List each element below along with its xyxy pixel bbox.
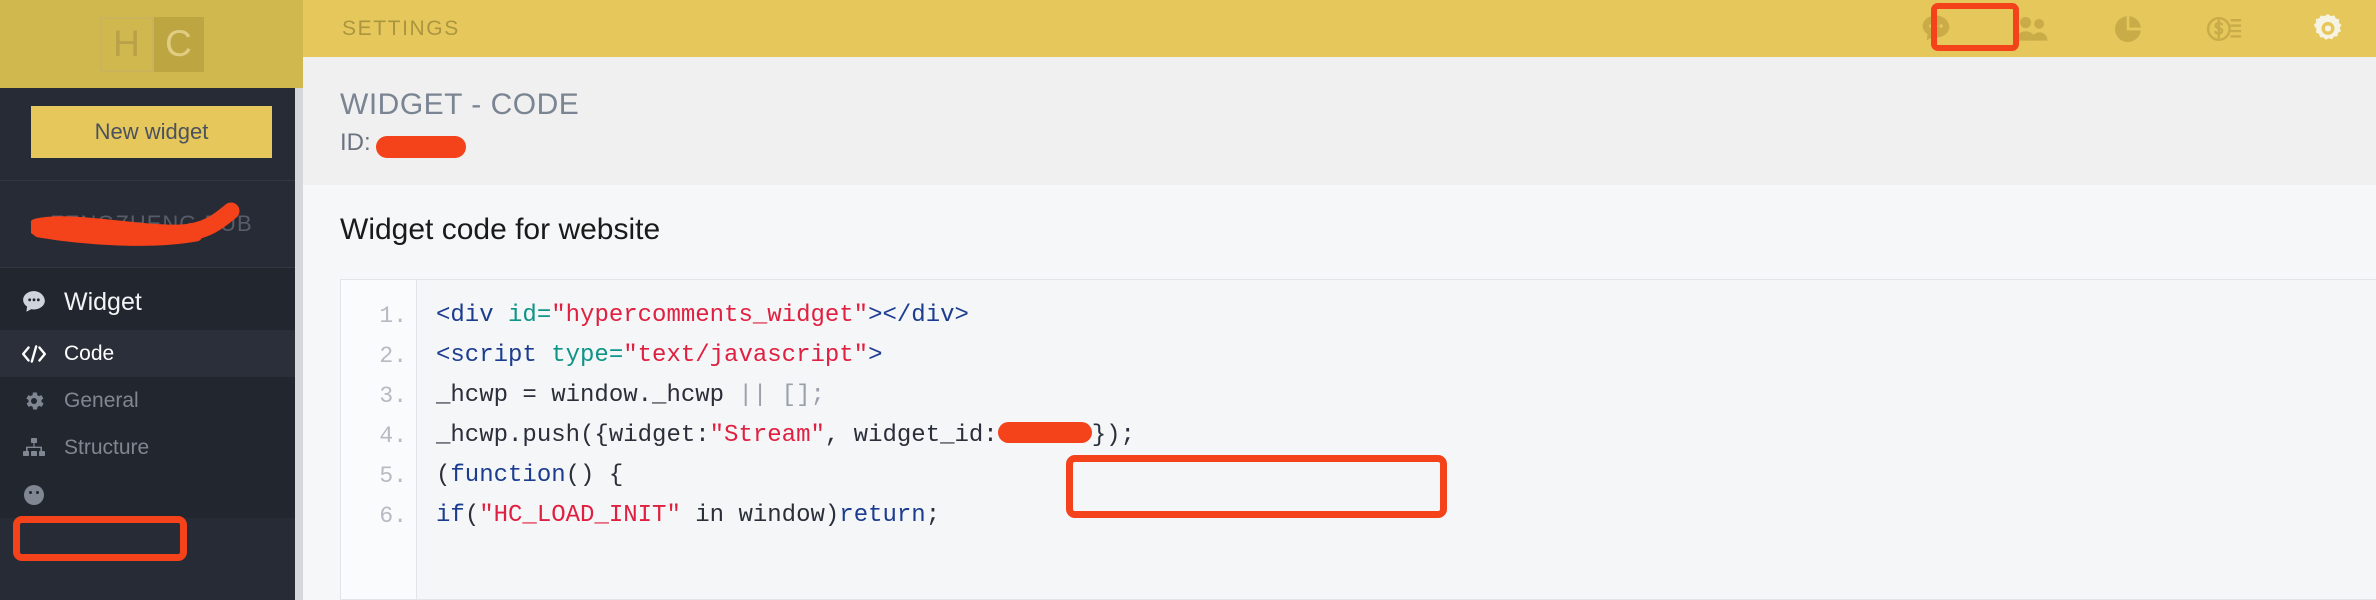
code-gutter: 1. 2. 3. 4. 5. 6. <box>341 280 417 599</box>
line-number: 3. <box>379 383 407 409</box>
current-site-name: FENGZHENG.PUB <box>50 211 253 236</box>
code-token: _hcwp.push({widget: <box>436 422 710 449</box>
code-line-5: (function() { <box>436 456 2376 496</box>
page-header: WIDGET - CODE ID: <box>303 57 2376 158</box>
code-line-2: <script type="text/javascript"> <box>436 336 2376 376</box>
logo-letter-h: H <box>99 16 154 72</box>
sidebar-item-code[interactable]: Code <box>0 330 303 377</box>
current-site-selector[interactable]: FENGZHENG.PUB <box>0 181 303 268</box>
new-widget-button[interactable]: New widget <box>31 106 272 158</box>
page-title: WIDGET - CODE <box>340 88 580 121</box>
top-bar: SETTINGS <box>303 0 2376 57</box>
line-number: 5. <box>379 463 407 489</box>
sidebar-item-structure-label: Structure <box>64 435 150 459</box>
widget-id-redaction <box>997 422 1092 444</box>
code-line-6: if("HC_LOAD_INIT" in window)return; <box>436 496 2376 536</box>
code-token: > <box>868 342 883 369</box>
sidebar-section-label: Widget <box>64 287 142 316</box>
code-token: function <box>450 462 566 489</box>
code-token: ( <box>436 462 451 489</box>
code-token: ( <box>464 502 480 529</box>
sidebar-item-structure[interactable]: Structure <box>0 424 303 471</box>
code-token: _hcwp = window._hcwp <box>436 382 739 409</box>
line-number: 2. <box>379 343 407 369</box>
chat-icon <box>14 289 54 315</box>
sidebar-section-widget: Widget Code General Structure <box>0 268 303 518</box>
users-icon[interactable] <box>1984 0 2080 57</box>
code-token: "Stream" <box>709 422 825 449</box>
main-content: WIDGET - CODE ID: Widget code for websit… <box>303 57 2376 600</box>
sidebar-item-general-label: General <box>64 388 139 412</box>
sidebar-section-header[interactable]: Widget <box>0 274 303 330</box>
logo-letter-c: C <box>165 23 192 64</box>
code-token: in window) <box>680 502 840 529</box>
code-lines: <div id="hypercomments_widget"></div> <s… <box>417 280 2376 599</box>
code-token: <div <box>436 302 509 329</box>
code-token: <script <box>436 342 552 369</box>
sitemap-icon <box>14 437 54 459</box>
content-card: Widget code for website 1. 2. 3. 4. 5. 6… <box>303 185 2376 600</box>
smiley-icon <box>14 483 54 507</box>
code-token: type= <box>551 342 624 369</box>
app-root: H C New widget FENGZHENG.PUB Widget Code… <box>0 0 2376 600</box>
code-line-4: _hcwp.push({widget:"Stream", widget_id:}… <box>436 416 2376 456</box>
code-line-3: _hcwp = window._hcwp || []; <box>436 376 2376 416</box>
code-token: return <box>839 502 926 529</box>
gear-icon <box>14 389 54 413</box>
page-id-label: ID: <box>340 129 371 156</box>
line-number: 6. <box>379 503 407 529</box>
code-token: ></div> <box>868 302 969 329</box>
sidebar-item-code-label: Code <box>64 341 115 365</box>
page-id-redaction <box>376 136 466 158</box>
code-token: if <box>436 502 465 529</box>
new-widget-container: New widget <box>0 88 303 181</box>
sidebar-item-general[interactable]: General <box>0 377 303 424</box>
code-snippet-block[interactable]: 1. 2. 3. 4. 5. 6. <div id="hypercomments… <box>340 279 2376 600</box>
code-line-1: <div id="hypercomments_widget"></div> <box>436 296 2376 336</box>
line-number: 1. <box>379 303 407 329</box>
top-bar-title: SETTINGS <box>342 16 460 40</box>
chat-icon[interactable] <box>1888 0 1984 57</box>
code-token: , widget_id: <box>824 422 998 449</box>
code-token: () { <box>565 462 624 489</box>
gear-icon[interactable] <box>2280 0 2376 57</box>
code-token: id= <box>508 302 552 329</box>
sidebar: H C New widget FENGZHENG.PUB Widget Code… <box>0 0 303 600</box>
code-token: || []; <box>738 382 825 409</box>
code-token: "HC_LOAD_INIT" <box>479 502 681 529</box>
billing-icon[interactable] <box>2176 0 2272 57</box>
code-token: "text/javascript" <box>623 342 869 369</box>
code-token: }); <box>1091 422 1135 449</box>
app-logo[interactable]: H C <box>0 0 303 88</box>
code-icon <box>14 343 54 365</box>
pie-chart-icon[interactable] <box>2080 0 2176 57</box>
line-number: 4. <box>379 423 407 449</box>
sidebar-scrollbar[interactable] <box>295 88 303 600</box>
card-title: Widget code for website <box>340 213 661 246</box>
code-token: ; <box>925 502 941 529</box>
sidebar-item-extra[interactable] <box>0 471 303 518</box>
logo-mark: H C <box>99 16 204 72</box>
top-bar-icon-group <box>1888 0 2376 57</box>
page-id-row: ID: <box>340 129 466 158</box>
code-token: "hypercomments_widget" <box>551 302 869 329</box>
